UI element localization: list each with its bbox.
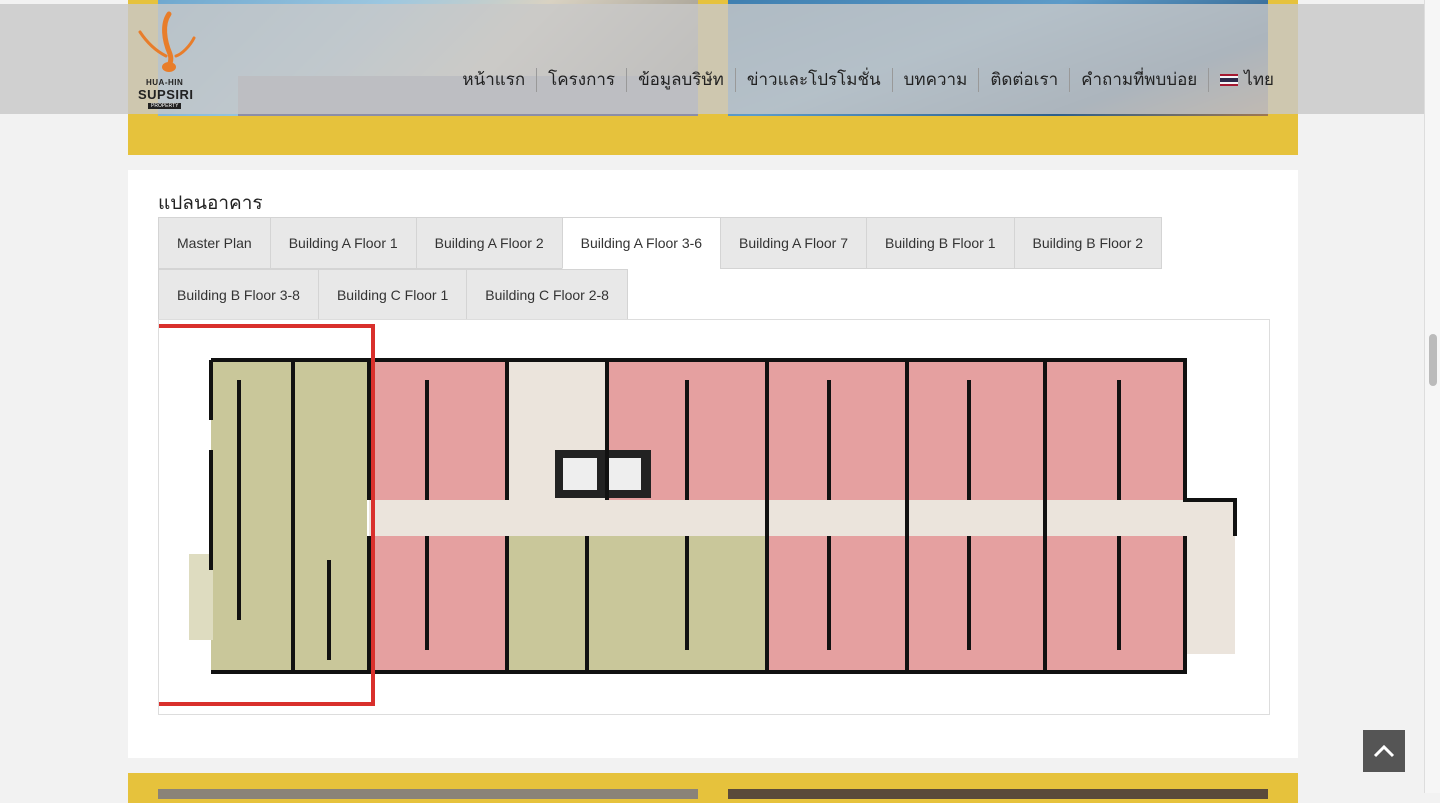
tab-building-c-floor-1[interactable]: Building C Floor 1 [317, 269, 468, 321]
tab-building-b-floor-2[interactable]: Building B Floor 2 [1013, 217, 1163, 269]
nav-articles[interactable]: บทความ [891, 68, 979, 92]
nav-faq[interactable]: คำถามที่พบบ่อย [1069, 68, 1208, 92]
unit-pink [1045, 536, 1185, 672]
tab-building-b-floor-1[interactable]: Building B Floor 1 [866, 217, 1015, 269]
floor-plan-image [150, 319, 1270, 715]
unit-pink [767, 360, 907, 500]
nav-news-promotions[interactable]: ข่าวและโปรโมชั่น [734, 68, 892, 92]
stair-area [1185, 536, 1235, 654]
tab-building-a-floor-2[interactable]: Building A Floor 2 [415, 217, 563, 269]
unit-olive-left [211, 360, 367, 672]
tab-row-1: Master Plan Building A Floor 1 Building … [158, 217, 1218, 269]
nav-company-info[interactable]: ข้อมูลบริษัท [626, 68, 735, 92]
back-to-top-button[interactable] [1363, 730, 1405, 772]
brand-line-2: SUPSIRI [138, 87, 194, 102]
unit-pink [907, 536, 1045, 672]
tab-building-a-floor-3-6[interactable]: Building A Floor 3-6 [561, 217, 722, 269]
unit-olive [587, 536, 767, 672]
language-label: ไทย [1244, 70, 1274, 90]
unit-pink [767, 536, 907, 672]
unit-pink [369, 360, 505, 500]
bottom-photo-right [728, 789, 1268, 799]
nav-projects[interactable]: โครงการ [536, 68, 626, 92]
nav-home[interactable]: หน้าแรก [451, 68, 536, 92]
chevron-up-icon [1373, 744, 1395, 758]
floor-plan-card: แปลนอาคาร Master Plan Building A Floor 1… [128, 170, 1298, 758]
tab-row-2: Building B Floor 3-8 Building C Floor 1 … [158, 269, 1218, 321]
floor-plan-drawing [150, 324, 1237, 706]
nav-language[interactable]: ไทย [1208, 68, 1285, 92]
tab-building-b-floor-3-8[interactable]: Building B Floor 3-8 [158, 269, 319, 321]
bottom-photo-left [158, 789, 698, 799]
unit-olive [507, 536, 587, 672]
tab-building-c-floor-2-8[interactable]: Building C Floor 2-8 [466, 269, 628, 321]
tab-building-a-floor-7[interactable]: Building A Floor 7 [720, 217, 868, 269]
lift-right [607, 458, 641, 490]
site-header: HUA-HIN SUPSIRI PROPERTY หน้าแรก โครงการ… [0, 4, 1425, 114]
corridor [369, 500, 1235, 536]
main-nav: หน้าแรก โครงการ ข้อมูลบริษัท ข่าวและโปรโ… [451, 68, 1285, 92]
tab-master-plan[interactable]: Master Plan [158, 217, 271, 269]
unit-pink [1045, 360, 1185, 500]
tab-building-a-floor-1[interactable]: Building A Floor 1 [269, 217, 417, 269]
unit-pink [907, 360, 1045, 500]
floor-plan-tabs: Master Plan Building A Floor 1 Building … [158, 217, 1218, 321]
brand-line-1: HUA-HIN [146, 78, 184, 87]
scrollbar-thumb[interactable] [1429, 334, 1437, 386]
page-scrollbar[interactable] [1424, 0, 1440, 793]
lift-left [563, 458, 597, 490]
section-title: แปลนอาคาร [158, 192, 263, 214]
brand-line-3: PROPERTY [148, 103, 182, 109]
thai-flag-icon [1220, 74, 1239, 86]
nav-contact[interactable]: ติดต่อเรา [978, 68, 1069, 92]
unit-pink [369, 536, 505, 672]
